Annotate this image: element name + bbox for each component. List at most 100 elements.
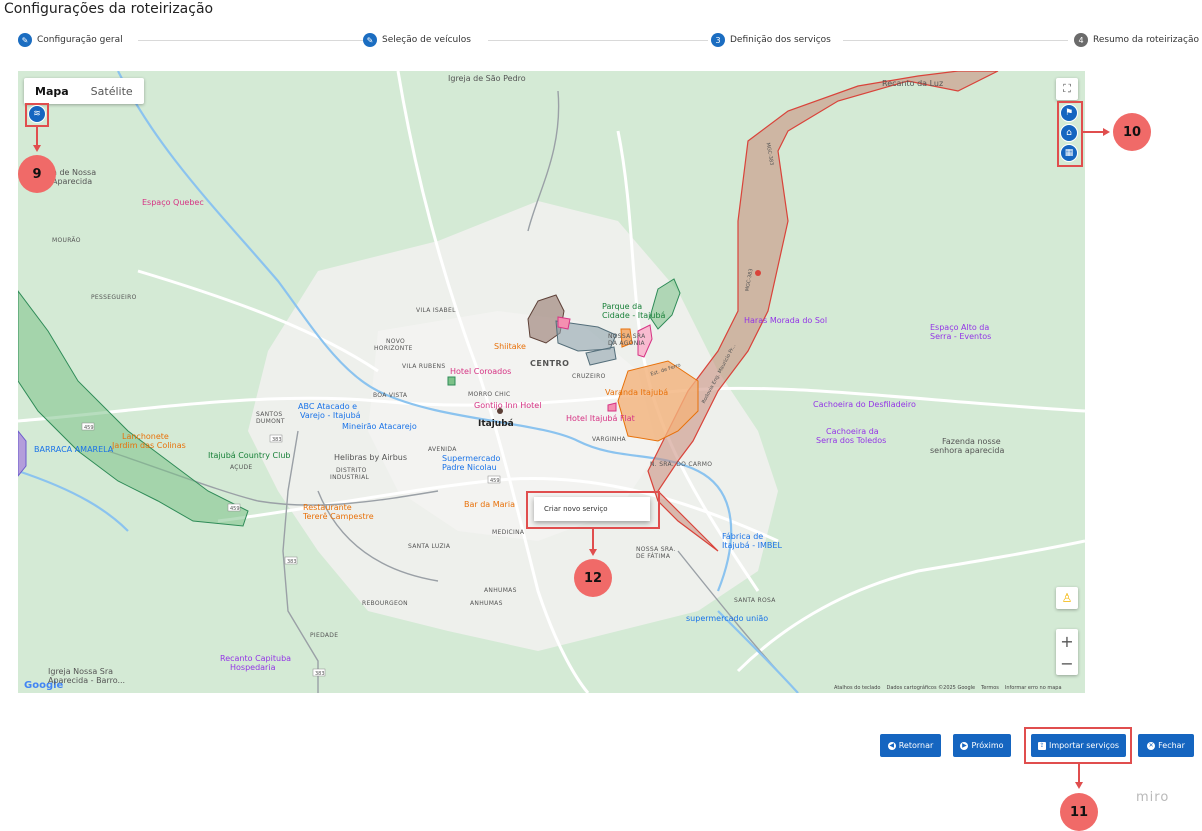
place-label: Fazenda nosse <box>942 437 1001 446</box>
retornar-button[interactable]: ◀ Retornar <box>880 734 941 757</box>
map-attribution: Atalhos do teclado Dados cartográficos ©… <box>834 685 1062 691</box>
svg-text:459: 459 <box>230 506 240 512</box>
button-label: Próximo <box>971 741 1004 750</box>
svg-text:383: 383 <box>287 559 297 565</box>
stepper: ✎ Configuração geral ✎ Seleção de veícul… <box>18 32 1202 50</box>
route-map[interactable]: 459 383 459 383 459 383 Mapa Satélite ≋ … <box>18 71 1085 693</box>
arrow-head <box>33 145 41 152</box>
tab-map[interactable]: Mapa <box>24 78 80 104</box>
highlight-context-menu <box>526 491 660 529</box>
button-label: Retornar <box>898 741 934 750</box>
place-label: ABC Atacado e <box>298 402 358 411</box>
close-icon: ✕ <box>1147 741 1156 750</box>
step-services-definition[interactable]: 3 Definição dos serviços <box>711 32 837 48</box>
place-label: Mineirão Atacarejo <box>342 422 417 431</box>
place-label: Igreja Nossa Sra <box>48 667 114 676</box>
annotation-arrow <box>1083 131 1105 133</box>
step-general-config[interactable]: ✎ Configuração geral <box>18 32 129 48</box>
step-connector <box>488 40 708 41</box>
place-label: Jardim das Colinas <box>112 441 186 450</box>
page-title: Configurações da roteirização <box>4 1 214 17</box>
place-label: Cachoeira da <box>826 427 879 436</box>
street-view-button[interactable]: ♙ <box>1056 587 1078 609</box>
neighborhood-label: PESSEGUEIRO <box>91 294 137 301</box>
neighborhood-label: DISTRITO <box>336 467 367 474</box>
fullscreen-button[interactable]: ⛶ <box>1056 78 1078 100</box>
neighborhood-label: SANTA ROSA <box>734 597 776 604</box>
place-label: Aparecida - Barro... <box>48 676 126 685</box>
terms-link[interactable]: Termos <box>981 685 999 691</box>
annotation-arrow <box>1078 764 1080 784</box>
place-label: Lanchonete <box>122 432 169 441</box>
neighborhood-label: NOVO <box>386 338 406 345</box>
place-label: Fábrica de <box>722 532 764 541</box>
place-label: Cachoeira do Desfiladeiro <box>813 400 916 409</box>
svg-text:459: 459 <box>490 478 500 484</box>
neighborhood-label: VILA ISABEL <box>416 307 456 314</box>
place-label: Recanto Capituba <box>220 654 292 663</box>
neighborhood-label: AÇUDE <box>230 464 253 471</box>
place-label: Serra dos Toledos <box>816 436 887 445</box>
route-config-page: Configurações da roteirização ✎ Configur… <box>0 0 1202 831</box>
step-connector <box>843 40 1068 41</box>
place-label: Hotel Itajubá Flat <box>566 414 635 423</box>
neighborhood-label: VARGINHA <box>592 436 626 443</box>
place-label: Varejo - Itajubá <box>300 411 361 420</box>
neighborhood-label: N. SRA. DO CARMO <box>650 461 713 468</box>
neighborhood-label: SANTOS <box>256 411 283 418</box>
place-label: Espaço Quebec <box>142 198 204 207</box>
neighborhood-label: ANHUMAS <box>470 600 503 607</box>
neighborhood-label: DUMONT <box>256 418 285 425</box>
pencil-icon: ✎ <box>18 33 32 47</box>
step-connector <box>138 40 368 41</box>
step-summary[interactable]: 4 Resumo da roteirização <box>1070 32 1202 48</box>
annotation-badge-11: 11 <box>1060 793 1098 831</box>
place-label: Tererê Campestre <box>303 512 374 521</box>
keyboard-shortcuts-link[interactable]: Atalhos do teclado <box>834 685 880 691</box>
place-label: Aparecida <box>52 177 93 186</box>
annotation-badge-12: 12 <box>574 559 612 597</box>
annotation-badge-10: 10 <box>1113 113 1151 151</box>
map-canvas: 459 383 459 383 459 383 <box>18 71 1085 693</box>
arrow-head <box>589 549 597 556</box>
svg-text:383: 383 <box>272 437 282 443</box>
file-upload-icon: ⇪ <box>1037 741 1046 750</box>
fechar-button[interactable]: ✕ Fechar <box>1138 734 1194 757</box>
step-number: 3 <box>711 33 725 47</box>
highlight-map-tools <box>1057 101 1083 167</box>
neighborhood-label: REBOURGEON <box>362 600 408 607</box>
neighborhood-label: AVENIDA <box>428 446 457 453</box>
place-label: Supermercado <box>442 454 501 463</box>
tab-satellite[interactable]: Satélite <box>80 78 144 104</box>
neighborhood-label: DA AGONIA <box>608 340 645 347</box>
arrow-head <box>1103 128 1110 136</box>
importar-servicos-button[interactable]: ⇪ Importar serviços <box>1031 734 1126 757</box>
place-label: Serra - Eventos <box>930 332 992 341</box>
city-label: Itajubá <box>478 419 514 429</box>
zoom-control: + − <box>1056 629 1078 675</box>
place-label: Restaurante <box>303 503 352 512</box>
neighborhood-label: PIEDADE <box>310 632 339 639</box>
report-error-link[interactable]: Informar erro no mapa <box>1005 685 1062 691</box>
place-label: Bar da Maria <box>464 500 515 509</box>
neighborhood-label: SANTA LUZIA <box>408 543 451 550</box>
button-label: Fechar <box>1158 741 1185 750</box>
highlight-layers <box>25 103 49 127</box>
neighborhood-label: INDUSTRIAL <box>330 474 370 481</box>
neighborhood-label: BOA VISTA <box>373 392 408 399</box>
step-vehicle-selection[interactable]: ✎ Seleção de veículos <box>363 32 477 48</box>
place-label: Varanda Itajubá <box>605 388 669 397</box>
zoom-in-button[interactable]: + <box>1060 630 1073 652</box>
miro-watermark: miro <box>1136 790 1170 805</box>
place-label: Cidade - Itajubá <box>602 311 666 320</box>
zoom-out-button[interactable]: − <box>1060 652 1073 674</box>
place-label: Gontijo Inn Hotel <box>474 401 542 410</box>
place-label: Igreja de São Pedro <box>448 74 526 83</box>
pegman-icon: ♙ <box>1061 591 1073 605</box>
svg-text:459: 459 <box>84 425 94 431</box>
proximo-button[interactable]: ▶ Próximo <box>953 734 1011 757</box>
annotation-arrow <box>592 529 594 551</box>
neighborhood-label: NOSSA SRA <box>608 333 646 340</box>
place-label: Itajubá Country Club <box>208 451 291 460</box>
place-label: a de Nossa <box>52 168 97 177</box>
